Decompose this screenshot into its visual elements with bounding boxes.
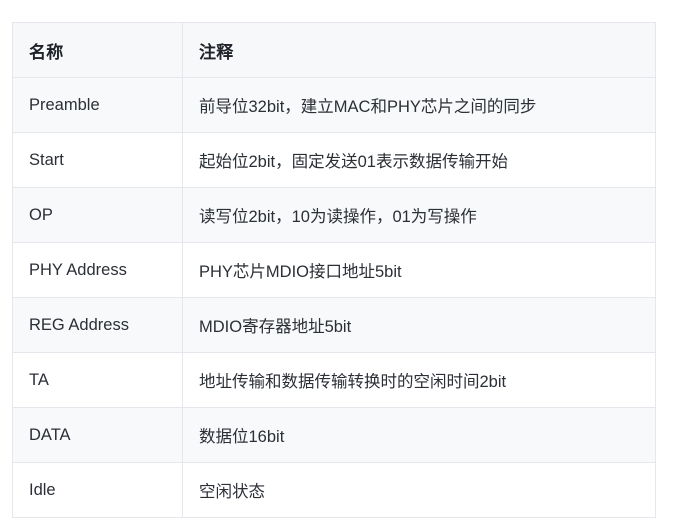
table-header-row: 名称 注释 [12, 22, 656, 78]
cell-field-note: 数据位16bit [182, 407, 656, 463]
cell-field-name: PHY Address [12, 242, 183, 298]
spec-table-container: 名称 注释 Preamble 前导位32bit，建立MAC和PHY芯片之间的同步… [12, 22, 656, 518]
table-body: Preamble 前导位32bit，建立MAC和PHY芯片之间的同步 Start… [12, 77, 656, 518]
table-row: DATA 数据位16bit [12, 407, 656, 463]
table-row: Start 起始位2bit，固定发送01表示数据传输开始 [12, 132, 656, 188]
page-root: 名称 注释 Preamble 前导位32bit，建立MAC和PHY芯片之间的同步… [0, 0, 673, 523]
cell-field-note: PHY芯片MDIO接口地址5bit [182, 242, 656, 298]
table-row: Idle 空闲状态 [12, 462, 656, 518]
table-row: PHY Address PHY芯片MDIO接口地址5bit [12, 242, 656, 298]
column-header-name: 名称 [12, 22, 183, 78]
cell-field-name: REG Address [12, 297, 183, 353]
cell-field-note: 读写位2bit，10为读操作，01为写操作 [182, 187, 656, 243]
table-row: TA 地址传输和数据传输转换时的空闲时间2bit [12, 352, 656, 408]
table-row: REG Address MDIO寄存器地址5bit [12, 297, 656, 353]
column-header-note: 注释 [182, 22, 656, 78]
cell-field-note: 前导位32bit，建立MAC和PHY芯片之间的同步 [182, 77, 656, 133]
cell-field-name: DATA [12, 407, 183, 463]
cell-field-name: Preamble [12, 77, 183, 133]
table-row: Preamble 前导位32bit，建立MAC和PHY芯片之间的同步 [12, 77, 656, 133]
table-header: 名称 注释 [12, 22, 656, 78]
cell-field-note: 起始位2bit，固定发送01表示数据传输开始 [182, 132, 656, 188]
cell-field-note: 空闲状态 [182, 462, 656, 518]
cell-field-name: Start [12, 132, 183, 188]
cell-field-name: TA [12, 352, 183, 408]
table-row: OP 读写位2bit，10为读操作，01为写操作 [12, 187, 656, 243]
cell-field-note: MDIO寄存器地址5bit [182, 297, 656, 353]
cell-field-name: OP [12, 187, 183, 243]
cell-field-note: 地址传输和数据传输转换时的空闲时间2bit [182, 352, 656, 408]
cell-field-name: Idle [12, 462, 183, 518]
mdio-frame-field-table: 名称 注释 Preamble 前导位32bit，建立MAC和PHY芯片之间的同步… [12, 22, 656, 518]
